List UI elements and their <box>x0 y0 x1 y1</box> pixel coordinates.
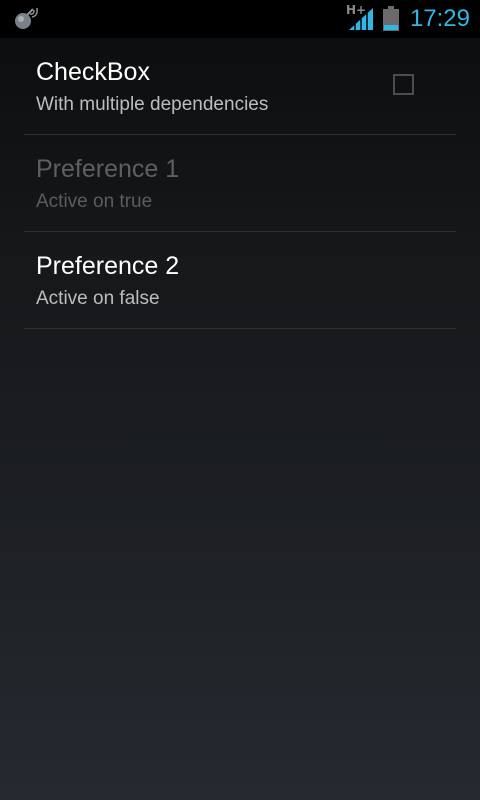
signal-icon <box>349 8 373 30</box>
preference-title: Preference 1 <box>36 155 180 183</box>
preference-summary: Active on false <box>36 288 160 309</box>
preference-1: Preference 1 Active on true <box>24 135 456 232</box>
preference-summary: Active on true <box>36 191 153 212</box>
checkbox-preference[interactable]: CheckBox With multiple dependencies <box>24 38 456 135</box>
status-bar[interactable]: H+ 17:29 <box>0 0 480 38</box>
app-notification-icon <box>15 7 38 29</box>
preference-title: CheckBox <box>36 58 150 86</box>
preference-2[interactable]: Preference 2 Active on false <box>24 232 456 329</box>
checkbox[interactable] <box>393 74 414 95</box>
battery-icon <box>383 6 399 31</box>
preference-list: CheckBox With multiple dependencies Pref… <box>0 38 480 329</box>
preference-title: Preference 2 <box>36 252 180 280</box>
preference-summary: With multiple dependencies <box>36 94 269 115</box>
clock: 17:29 <box>409 5 470 32</box>
